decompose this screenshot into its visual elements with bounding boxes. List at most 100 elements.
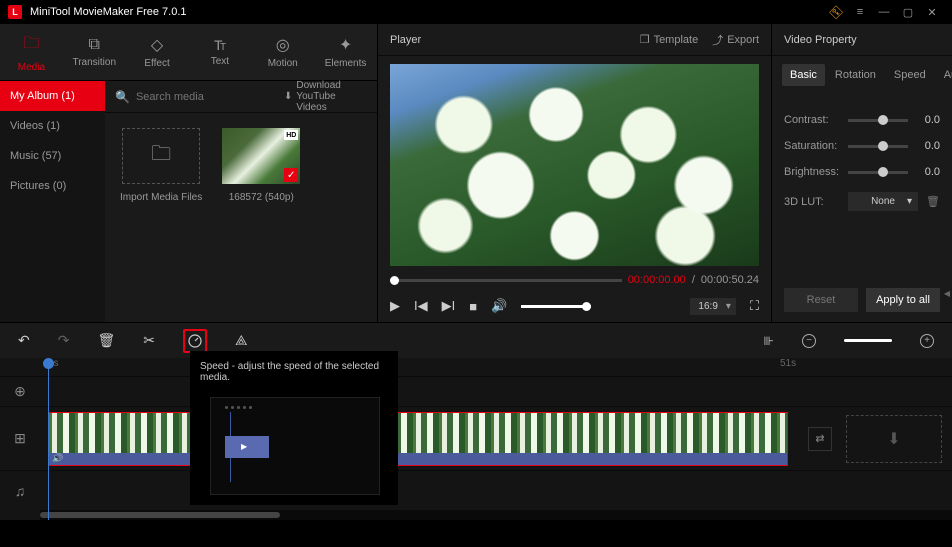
library-toolbar: 🔍 ⬇ Download YouTube Videos bbox=[105, 81, 377, 113]
tab-effect[interactable]: ◇ Effect bbox=[126, 24, 189, 80]
timeline-scrollbar[interactable] bbox=[40, 510, 952, 520]
speed-tooltip: Speed - adjust the speed of the selected… bbox=[190, 351, 398, 505]
prop-tab-speed[interactable]: Speed bbox=[886, 64, 934, 86]
elements-icon: ✦ bbox=[339, 35, 352, 55]
delete-button[interactable]: 🗑 bbox=[97, 332, 115, 349]
play-button[interactable]: ▶ bbox=[390, 298, 400, 314]
reset-button[interactable]: Reset bbox=[784, 288, 858, 312]
check-icon: ✓ bbox=[284, 168, 298, 182]
contrast-slider[interactable] bbox=[848, 119, 908, 122]
undo-button[interactable]: ↶ bbox=[18, 332, 30, 349]
export-icon: ⤴ bbox=[712, 32, 723, 48]
speed-button[interactable] bbox=[183, 329, 207, 353]
timeline-ruler[interactable]: 0s 51s bbox=[40, 358, 952, 376]
time-separator: / bbox=[692, 274, 695, 286]
crop-button[interactable]: ⟁ bbox=[235, 332, 248, 349]
menu-icon[interactable]: ≡ bbox=[848, 0, 872, 24]
sidebar-item-videos[interactable]: Videos (1) bbox=[0, 111, 105, 141]
tab-effect-label: Effect bbox=[144, 58, 169, 69]
tab-transition[interactable]: ⧉ Transition bbox=[63, 24, 126, 80]
export-button[interactable]: ⤴ Export bbox=[712, 32, 759, 48]
brightness-slider[interactable] bbox=[848, 171, 908, 174]
hd-badge: HD bbox=[284, 130, 298, 140]
playhead[interactable] bbox=[48, 358, 49, 520]
seek-slider[interactable] bbox=[390, 279, 622, 282]
download-youtube-button[interactable]: ⬇ Download YouTube Videos bbox=[284, 80, 367, 113]
search-input[interactable] bbox=[136, 91, 278, 103]
template-icon: ❒ bbox=[640, 33, 650, 46]
prop-tab-rotation[interactable]: Rotation bbox=[827, 64, 884, 86]
video-clip[interactable]: 🔊 bbox=[48, 412, 788, 466]
video-preview[interactable] bbox=[390, 64, 759, 266]
template-button[interactable]: ❒ Template bbox=[640, 33, 699, 46]
module-tabs: 🗀 Media ⧉ Transition ◇ Effect TT Text ◎ … bbox=[0, 24, 377, 81]
zoom-in-button[interactable]: + bbox=[920, 334, 934, 348]
media-clip-thumbnail[interactable]: HD ✓ 168572 (540p) bbox=[222, 128, 300, 203]
close-button[interactable]: ✕ bbox=[920, 0, 944, 24]
player-panel: Player ❒ Template ⤴ Export 00:00:00.00 /… bbox=[378, 24, 772, 322]
saturation-slider[interactable] bbox=[848, 145, 908, 148]
properties-title: Video Property bbox=[784, 34, 940, 46]
clip-label: 168572 (540p) bbox=[229, 192, 294, 203]
lut-select[interactable]: None bbox=[848, 192, 918, 211]
tab-elements-label: Elements bbox=[325, 58, 367, 69]
folder-plus-icon: 🗀 bbox=[151, 139, 171, 173]
drop-zone[interactable]: ⬇ bbox=[846, 415, 942, 463]
tab-text[interactable]: TT Text bbox=[188, 24, 251, 80]
tab-transition-label: Transition bbox=[72, 57, 116, 68]
import-media-button[interactable]: 🗀 Import Media Files bbox=[120, 128, 202, 203]
title-bar: L MiniTool MovieMaker Free 7.0.1 ⚿ ≡ — ▢… bbox=[0, 0, 952, 24]
lut-label: 3D LUT: bbox=[784, 196, 840, 208]
sidebar-item-my-album[interactable]: My Album (1) bbox=[0, 81, 105, 111]
brightness-label: Brightness: bbox=[784, 166, 840, 178]
premium-key-icon[interactable]: ⚿ bbox=[824, 0, 848, 24]
export-label: Export bbox=[727, 34, 759, 46]
volume-slider[interactable] bbox=[521, 305, 591, 308]
search-icon: 🔍 bbox=[115, 90, 130, 104]
sidebar-item-music[interactable]: Music (57) bbox=[0, 141, 105, 171]
minimize-button[interactable]: — bbox=[872, 0, 896, 24]
lut-delete-button[interactable]: 🗑 bbox=[926, 195, 940, 208]
timeline: 0s 51s ⊕ ⊞ 🔊 ⇄ ⬇ ♫ bbox=[0, 358, 952, 520]
tab-media-label: Media bbox=[18, 62, 45, 73]
sidebar-item-pictures[interactable]: Pictures (0) bbox=[0, 171, 105, 201]
timeline-toolbar: ↶ ↷ 🗑 ✂ ⟁ ⊪ − + Speed - adjust the speed… bbox=[0, 322, 952, 358]
redo-button[interactable]: ↷ bbox=[58, 332, 70, 349]
video-track[interactable]: ⊞ 🔊 ⇄ ⬇ bbox=[0, 406, 952, 470]
tab-text-label: Text bbox=[211, 56, 229, 67]
overlay-track[interactable]: ⊕ bbox=[0, 376, 952, 406]
folder-icon: 🗀 bbox=[23, 32, 39, 59]
prev-frame-button[interactable]: I◀ bbox=[414, 298, 428, 314]
swap-button[interactable]: ⇄ bbox=[808, 427, 832, 451]
contrast-value: 0.0 bbox=[916, 114, 940, 126]
apply-all-button[interactable]: Apply to all bbox=[866, 288, 940, 312]
tab-media[interactable]: 🗀 Media bbox=[0, 24, 63, 80]
tab-motion[interactable]: ◎ Motion bbox=[251, 24, 314, 80]
clip-volume-icon[interactable]: 🔊 bbox=[52, 453, 63, 464]
split-button[interactable]: ✂ bbox=[143, 332, 155, 349]
text-icon: TT bbox=[212, 37, 228, 53]
zoom-slider[interactable] bbox=[844, 339, 892, 342]
volume-icon[interactable]: 🔊 bbox=[491, 298, 507, 314]
app-title: MiniTool MovieMaker Free 7.0.1 bbox=[30, 6, 824, 18]
next-frame-button[interactable]: ▶I bbox=[442, 298, 456, 314]
tab-motion-label: Motion bbox=[268, 58, 298, 69]
fullscreen-button[interactable]: ⛶ bbox=[750, 298, 759, 314]
prop-tab-basic[interactable]: Basic bbox=[782, 64, 825, 86]
svg-text:T: T bbox=[220, 42, 226, 53]
add-track-icon[interactable]: ⊕ bbox=[0, 383, 40, 400]
tab-elements[interactable]: ✦ Elements bbox=[314, 24, 377, 80]
contrast-label: Contrast: bbox=[784, 114, 840, 126]
collapse-properties-handle[interactable]: ◀ bbox=[942, 274, 952, 314]
aspect-ratio-select[interactable]: 16:9 bbox=[690, 298, 735, 315]
maximize-button[interactable]: ▢ bbox=[896, 0, 920, 24]
brightness-value: 0.0 bbox=[916, 166, 940, 178]
audio-track[interactable]: ♫ bbox=[0, 470, 952, 510]
timeline-mode-icon[interactable]: ⊪ bbox=[764, 334, 774, 348]
prop-tab-audio[interactable]: Audio bbox=[936, 64, 952, 86]
zoom-out-button[interactable]: − bbox=[802, 334, 816, 348]
ruler-end: 51s bbox=[780, 358, 796, 369]
stop-button[interactable]: ■ bbox=[469, 299, 477, 314]
motion-icon: ◎ bbox=[276, 35, 290, 55]
import-label: Import Media Files bbox=[120, 192, 202, 203]
